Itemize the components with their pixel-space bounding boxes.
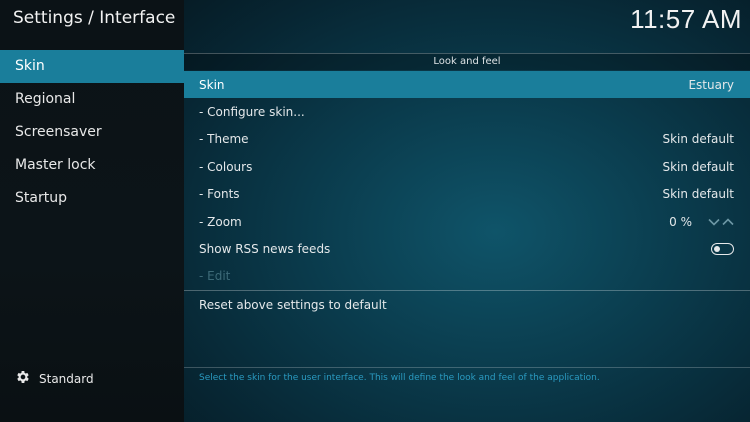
- sidebar-item-screensaver[interactable]: Screensaver: [0, 116, 184, 149]
- help-text: Select the skin for the user interface. …: [199, 373, 600, 383]
- setting-label: - Edit: [199, 269, 231, 284]
- setting-edit: - Edit: [184, 263, 750, 290]
- setting-label: - Zoom: [199, 214, 242, 229]
- toggle-knob: [714, 245, 720, 252]
- rss-toggle[interactable]: [711, 243, 734, 256]
- clock: 11:57 AM: [630, 4, 742, 34]
- setting-value: Skin default: [662, 132, 734, 147]
- settings-level-button[interactable]: Standard: [15, 369, 94, 388]
- setting-theme[interactable]: - Theme Skin default: [184, 126, 750, 153]
- setting-label: - Theme: [199, 132, 249, 147]
- chevron-up-icon[interactable]: [722, 215, 734, 229]
- sidebar-item-startup[interactable]: Startup: [0, 182, 184, 215]
- setting-colours[interactable]: - Colours Skin default: [184, 153, 750, 180]
- reset-defaults-button[interactable]: Reset above settings to default: [184, 291, 750, 319]
- sidebar: Skin Regional Screensaver Master lock St…: [0, 50, 184, 215]
- sidebar-item-regional[interactable]: Regional: [0, 83, 184, 116]
- settings-list: Skin Estuary - Configure skin... - Theme…: [184, 71, 750, 290]
- setting-value: 0 %: [669, 214, 692, 229]
- setting-label: Skin: [199, 77, 225, 92]
- setting-value: Skin default: [662, 187, 734, 202]
- chevron-down-icon[interactable]: [708, 215, 720, 229]
- setting-label: - Colours: [199, 159, 253, 174]
- help-divider: [184, 367, 750, 368]
- setting-value: Estuary: [688, 77, 734, 92]
- zoom-spinner: [708, 215, 734, 229]
- page-title: Settings / Interface: [13, 8, 176, 28]
- setting-fonts[interactable]: - Fonts Skin default: [184, 181, 750, 208]
- setting-label: - Fonts: [199, 187, 240, 202]
- sidebar-item-master-lock[interactable]: Master lock: [0, 149, 184, 182]
- setting-skin[interactable]: Skin Estuary: [184, 71, 750, 99]
- settings-level-label: Standard: [39, 371, 94, 386]
- setting-configure-skin[interactable]: - Configure skin...: [184, 98, 750, 125]
- sidebar-item-skin[interactable]: Skin: [0, 50, 184, 83]
- setting-label: Show RSS news feeds: [199, 242, 331, 257]
- gear-icon: [15, 369, 31, 388]
- setting-show-rss[interactable]: Show RSS news feeds: [184, 235, 750, 262]
- setting-value: Skin default: [662, 159, 734, 174]
- setting-zoom[interactable]: - Zoom 0 %: [184, 208, 750, 235]
- section-header: Look and feel: [184, 53, 750, 70]
- setting-label: - Configure skin...: [199, 105, 305, 120]
